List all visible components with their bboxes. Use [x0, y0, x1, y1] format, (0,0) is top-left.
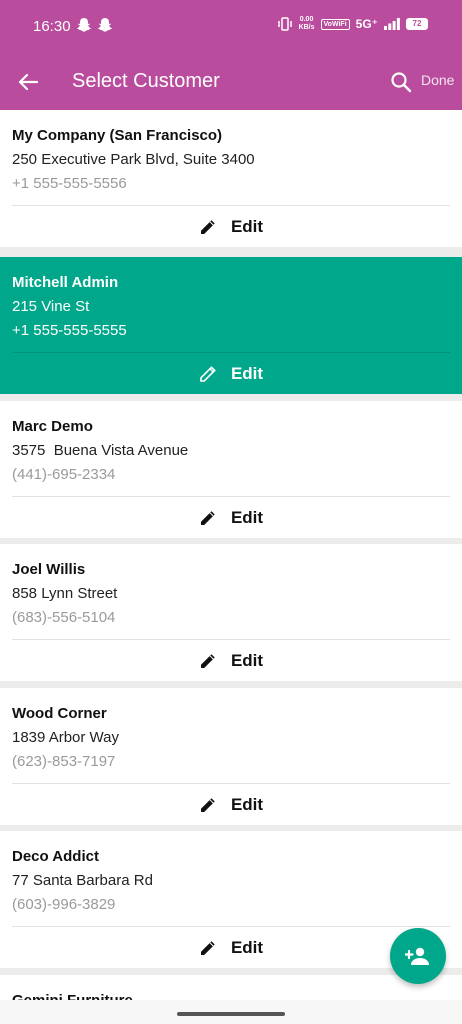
customer-card[interactable]: Wood Corner 1839 Arbor Way (623)-853-719… — [0, 688, 462, 825]
customer-phone: +1 555-555-5555 — [12, 322, 127, 339]
pencil-icon — [200, 510, 215, 525]
battery-icon: 72 — [406, 18, 428, 30]
customer-list: My Company (San Francisco) 250 Executive… — [0, 110, 462, 1010]
home-indicator[interactable] — [177, 1012, 285, 1016]
customer-card[interactable]: My Company (San Francisco) 250 Executive… — [0, 110, 462, 247]
vibrate-icon — [277, 17, 293, 31]
status-bar: 16:30 0.00 KB/s VoWiFi 5G⁺ 72 — [0, 0, 462, 54]
edit-label: Edit — [230, 507, 264, 527]
network-speed: 0.00 KB/s — [298, 16, 315, 31]
edit-button[interactable]: Edit — [0, 640, 462, 681]
customer-phone: +1 555-555-5556 — [12, 175, 127, 192]
customer-phone: (603)-996-3829 — [12, 896, 116, 913]
edit-label: Edit — [230, 937, 264, 957]
pencil-icon — [200, 940, 215, 955]
status-indicators: 0.00 KB/s VoWiFi 5G⁺ 72 — [277, 16, 428, 32]
customer-address: 858 Lynn Street — [12, 585, 118, 602]
customer-phone: (441)-695-2334 — [12, 466, 116, 483]
arrow-back-icon — [18, 73, 38, 91]
customer-card[interactable]: Marc Demo 3575 Buena Vista Avenue (441)-… — [0, 401, 462, 538]
network-type: 5G⁺ — [355, 17, 378, 31]
navigation-bar — [0, 1000, 462, 1024]
edit-button[interactable]: Edit — [0, 206, 462, 247]
toolbar: Select Customer Done — [0, 54, 462, 110]
search-icon — [391, 72, 412, 93]
customer-name: Joel Willis — [12, 561, 86, 578]
edit-label: Edit — [230, 650, 264, 670]
customer-name: My Company (San Francisco) — [12, 127, 223, 144]
status-time: 16:30 — [33, 18, 71, 35]
search-button[interactable] — [388, 68, 414, 96]
customer-name: Mitchell Admin — [12, 274, 119, 291]
snapchat-icon — [98, 17, 112, 33]
customer-address: 3575 Buena Vista Avenue — [12, 442, 189, 459]
pencil-icon — [200, 797, 215, 812]
page-title: Select Customer — [72, 70, 220, 92]
customer-phone: (623)-853-7197 — [12, 753, 116, 770]
customer-address: 215 Vine St — [12, 298, 90, 315]
pencil-icon — [200, 653, 215, 668]
app-bar: 16:30 0.00 KB/s VoWiFi 5G⁺ 72 Select Cus… — [0, 0, 462, 110]
customer-name: Wood Corner — [12, 705, 107, 722]
volte-badge: VoWiFi — [320, 18, 350, 30]
edit-label: Edit — [230, 216, 264, 236]
customer-address: 77 Santa Barbara Rd — [12, 872, 153, 889]
done-button[interactable]: Done — [421, 72, 454, 88]
customer-name: Deco Addict — [12, 848, 99, 865]
edit-label: Edit — [230, 794, 264, 814]
customer-address: 1839 Arbor Way — [12, 729, 119, 746]
pencil-icon — [200, 219, 215, 234]
signal-icon — [384, 18, 400, 30]
snapchat-icon — [77, 17, 91, 33]
customer-address: 250 Executive Park Blvd, Suite 3400 — [12, 151, 255, 168]
add-person-icon — [405, 947, 429, 965]
edit-button[interactable]: Edit — [0, 497, 462, 538]
edit-button[interactable]: Edit — [0, 784, 462, 825]
edit-button[interactable]: Edit — [0, 353, 462, 394]
customer-card[interactable]: Joel Willis 858 Lynn Street (683)-556-51… — [0, 544, 462, 681]
customer-phone: (683)-556-5104 — [12, 609, 116, 626]
add-customer-button[interactable] — [390, 928, 446, 984]
pencil-icon — [200, 365, 216, 382]
customer-name: Marc Demo — [12, 418, 93, 435]
edit-label: Edit — [230, 363, 264, 383]
customer-card-selected[interactable]: Mitchell Admin 215 Vine St +1 555-555-55… — [0, 257, 462, 394]
back-button[interactable] — [14, 68, 42, 96]
